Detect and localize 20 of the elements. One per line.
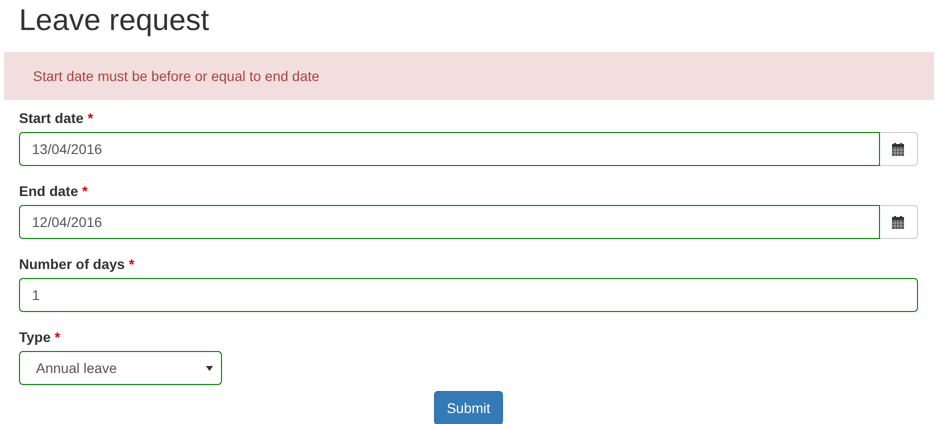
required-mark: * — [128, 256, 134, 272]
required-mark: * — [54, 329, 60, 345]
submit-button[interactable]: Submit — [434, 391, 504, 424]
field-label: Start date — [19, 110, 84, 126]
caret-icon — [206, 366, 213, 370]
field-label: Number of days — [19, 256, 125, 272]
calendar-icon — [892, 216, 904, 228]
required-mark: * — [82, 183, 88, 199]
calendar-icon — [892, 142, 904, 156]
field-label: Type — [19, 329, 51, 345]
required-mark: * — [88, 110, 94, 126]
date-field[interactable]: 13/04/2016 — [19, 132, 880, 166]
type-select[interactable]: Annual leave — [19, 351, 222, 385]
date-field[interactable]: 12/04/2016 — [19, 205, 880, 239]
page-title: Leave request — [18, 3, 210, 39]
error-message: Start date must be before or equal to end date — [33, 68, 320, 84]
field-label: End date — [19, 183, 78, 199]
calendar-button[interactable] — [880, 205, 918, 239]
calendar-button[interactable] — [880, 132, 918, 166]
number-field[interactable]: 1 — [19, 278, 918, 312]
